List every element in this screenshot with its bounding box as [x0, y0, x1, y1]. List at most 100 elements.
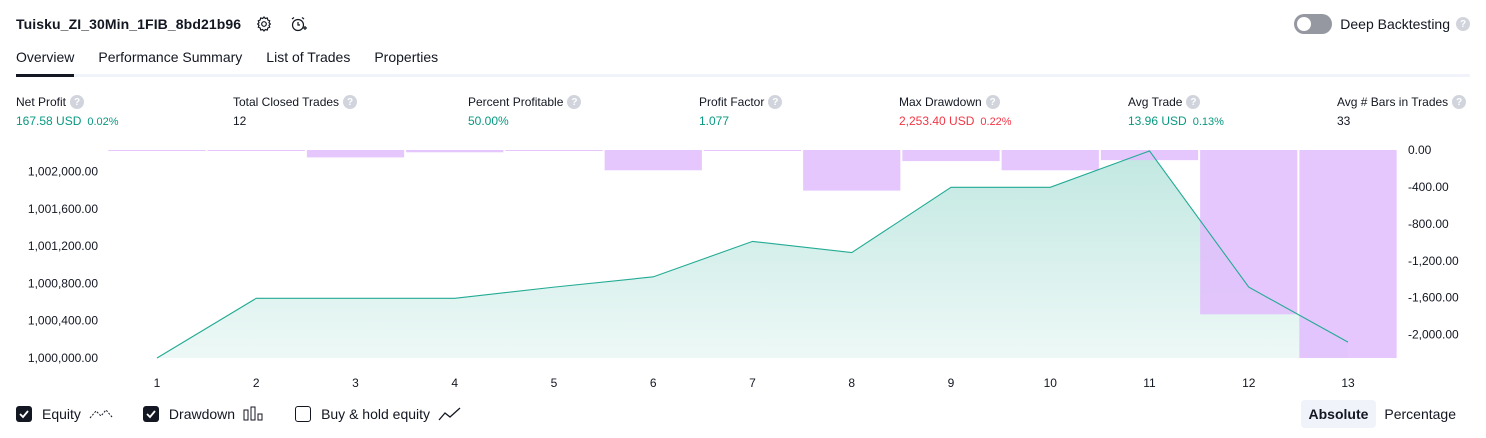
x-tick-label: 8 [848, 376, 855, 390]
buy-hold-line-icon [438, 406, 462, 422]
x-tick-label: 11 [1143, 376, 1156, 390]
drawdown-bar [1299, 150, 1397, 358]
metric-value: 33 [1337, 114, 1351, 128]
y-left-tick-label: 1,001,200.00 [28, 239, 98, 253]
metric-profit-factor: Profit Factor? 1.077 [699, 94, 783, 128]
drawdown-bar [505, 150, 603, 151]
y-left-tick-label: 1,001,600.00 [28, 202, 98, 216]
tab-overview[interactable]: Overview [16, 46, 75, 77]
y-right-tick-label: -800.00 [1408, 217, 1449, 231]
drawdown-bar [207, 150, 305, 151]
tab-performance-summary[interactable]: Performance Summary [98, 46, 242, 74]
metric-label: Profit Factor [699, 95, 765, 109]
y-right-tick-label: -2,000.00 [1408, 328, 1459, 342]
x-tick-label: 4 [451, 376, 458, 390]
drawdown-checkbox[interactable] [142, 406, 159, 422]
metric-label: Avg Trade [1128, 95, 1183, 109]
x-tick-label: 13 [1341, 376, 1355, 390]
report-header: Tuisku_ZI_30Min_1FIB_8bd21b96 [16, 12, 309, 36]
y-left-tick-label: 1,002,000.00 [28, 164, 98, 178]
drawdown-bar [703, 150, 802, 151]
legend-label: Drawdown [168, 406, 236, 422]
x-tick-label: 6 [650, 376, 657, 390]
drawdown-bar [108, 150, 206, 151]
x-tick-label: 12 [1242, 376, 1256, 390]
equity-area [157, 150, 1348, 358]
metric-label: Avg # Bars in Trades [1337, 95, 1449, 109]
legend-equity[interactable]: Equity [16, 406, 113, 422]
help-icon[interactable]: ? [1186, 95, 1201, 109]
metric-total-closed-trades: Total Closed Trades? 12 [233, 94, 358, 128]
y-right-tick-label: -1,200.00 [1408, 254, 1459, 268]
y-left-tick-label: 1,000,800.00 [28, 276, 98, 290]
y-left-tick-label: 1,000,000.00 [28, 351, 98, 365]
y-right-tick-label: -1,600.00 [1408, 291, 1459, 305]
help-icon[interactable]: ? [768, 95, 783, 109]
metric-value: 1.077 [699, 114, 730, 128]
metric-avg-bars: Avg # Bars in Trades? 33 [1337, 94, 1467, 128]
equity-drawdown-chart[interactable]: 1,000,000.00 1,000,400.00 1,000,800.00 1,00… [0, 140, 1486, 398]
alarm-add-icon[interactable] [287, 13, 309, 35]
metric-percent: 0.13% [1192, 116, 1224, 128]
drawdown-bar [604, 150, 702, 171]
help-icon[interactable]: ? [70, 95, 85, 109]
legend-buy-hold[interactable]: Buy & hold equity [295, 406, 462, 422]
chart-legend: Equity Drawdown Buy & hold equity [16, 404, 492, 424]
help-icon[interactable]: ? [343, 95, 358, 109]
drawdown-bar [902, 150, 1000, 162]
help-icon[interactable]: ? [1456, 17, 1470, 31]
value-mode-switch: Absolute Percentage [1300, 400, 1465, 428]
drawdown-bar [306, 150, 405, 158]
metric-max-drawdown: Max Drawdown? 2,253.40 USD 0.22% [899, 94, 1012, 128]
tab-bar: Overview Performance Summary List of Tra… [16, 46, 1470, 77]
tab-properties[interactable]: Properties [374, 46, 438, 74]
drawdown-bar [406, 150, 504, 153]
equity-checkbox[interactable] [16, 406, 32, 422]
x-tick-label: 3 [352, 376, 359, 390]
gear-icon[interactable] [253, 13, 275, 35]
metric-avg-trade: Avg Trade? 13.96 USD 0.13% [1128, 94, 1224, 128]
absolute-button[interactable]: Absolute [1300, 400, 1377, 428]
x-tick-label: 7 [749, 376, 756, 390]
percentage-button[interactable]: Percentage [1376, 400, 1464, 428]
x-tick-label: 10 [1044, 376, 1058, 390]
metric-label: Max Drawdown [899, 95, 982, 109]
help-icon[interactable]: ? [567, 95, 582, 109]
legend-drawdown[interactable]: Drawdown [142, 406, 265, 422]
legend-label: Buy & hold equity [321, 406, 431, 422]
drawdown-bar [803, 150, 901, 191]
metric-value: 2,253.40 USD [899, 114, 975, 128]
deep-backtesting: Deep Backtesting ? [1294, 12, 1470, 36]
metric-label: Total Closed Trades [233, 95, 340, 109]
deep-backtesting-toggle[interactable] [1294, 14, 1333, 34]
x-tick-label: 9 [948, 376, 955, 390]
x-tick-label: 1 [154, 376, 161, 390]
x-tick-label: 5 [551, 376, 558, 390]
drawdown-bars-icon [243, 406, 265, 422]
metrics-row: Net Profit? 167.58 USD 0.02% Total Closed… [0, 94, 1486, 134]
help-icon[interactable]: ? [985, 95, 1000, 109]
help-icon[interactable]: ? [1452, 95, 1467, 109]
tab-list-of-trades[interactable]: List of Trades [266, 46, 350, 74]
strategy-title: Tuisku_ZI_30Min_1FIB_8bd21b96 [16, 16, 242, 32]
metric-value: 50.00% [468, 114, 509, 128]
legend-label: Equity [42, 406, 81, 422]
deep-backtesting-label: Deep Backtesting [1340, 16, 1450, 32]
x-tick-label: 2 [253, 376, 260, 390]
metric-label: Percent Profitable [468, 95, 564, 109]
y-right-tick-label: -400.00 [1408, 180, 1449, 194]
toggle-knob [1297, 17, 1312, 31]
metric-value: 167.58 USD [16, 114, 82, 128]
metric-percent-profitable: Percent Profitable? 50.00% [468, 94, 582, 128]
drawdown-bar [1200, 150, 1298, 315]
drawdown-bar [1001, 150, 1099, 171]
y-right-tick-label: 0.00 [1408, 143, 1432, 157]
metric-percent: 0.02% [87, 116, 119, 128]
metric-value: 13.96 USD [1128, 114, 1187, 128]
buy-hold-checkbox[interactable] [295, 406, 312, 422]
metric-net-profit: Net Profit? 167.58 USD 0.02% [16, 94, 119, 128]
equity-line-icon [89, 406, 113, 422]
metric-value: 12 [233, 114, 247, 128]
y-left-tick-label: 1,000,400.00 [28, 314, 98, 328]
metric-percent: 0.22% [980, 116, 1012, 128]
